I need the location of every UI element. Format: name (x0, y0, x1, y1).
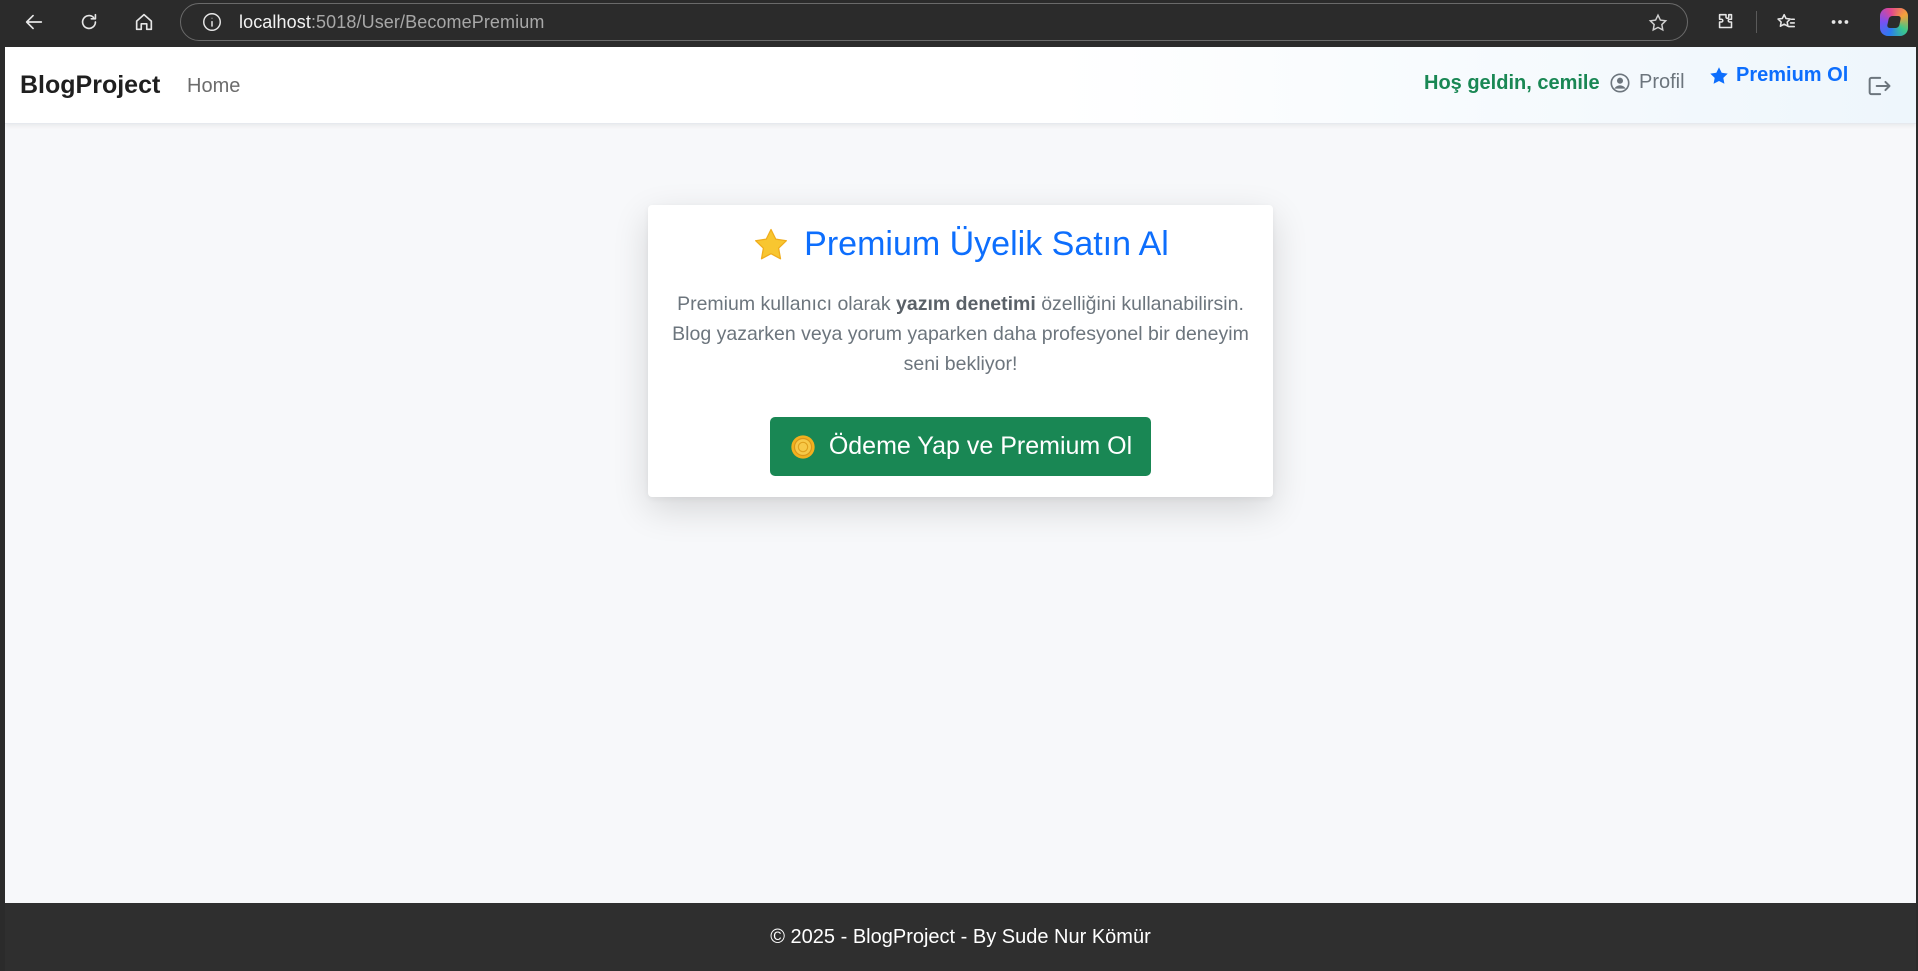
footer-text: © 2025 - BlogProject - By Sude Nur Kömür (770, 925, 1151, 948)
extensions-icon (1718, 13, 1733, 29)
card-title-text: Premium Üyelik Satın Al (804, 225, 1169, 263)
description-part-1: Premium kullanıcı olarak (677, 293, 896, 315)
profile-link[interactable]: Profil (1609, 71, 1685, 94)
coin-icon (789, 433, 817, 461)
browser-toolbar: localhost:5018/User/BecomePremium (0, 0, 1918, 44)
toolbar-divider (1756, 11, 1757, 33)
card-title: Premium Üyelik Satın Al (648, 225, 1273, 264)
logout-icon[interactable] (1865, 72, 1893, 100)
url-path: :5018/User/BecomePremium (310, 11, 545, 32)
navbar: BlogProject Home Hoş geldin, cemile Prof… (5, 47, 1916, 124)
description-bold: yazım denetimi (896, 293, 1036, 315)
address-bar[interactable]: localhost:5018/User/BecomePremium (180, 3, 1688, 41)
home-button[interactable] (128, 6, 160, 38)
page-viewport: BlogProject Home Hoş geldin, cemile Prof… (5, 47, 1916, 971)
profile-label: Profil (1639, 71, 1685, 93)
footer: © 2025 - BlogProject - By Sude Nur Kömür (5, 903, 1916, 971)
favorites-icon (1777, 13, 1796, 28)
home-icon (135, 13, 153, 31)
info-icon[interactable] (201, 11, 223, 33)
back-icon (25, 14, 43, 30)
more-button[interactable] (1824, 6, 1856, 38)
premium-card: Premium Üyelik Satın Al Premium kullanıc… (648, 205, 1273, 497)
card-description: Premium kullanıcı olarak yazım denetimi … (666, 289, 1255, 379)
star-icon (1710, 66, 1728, 84)
premium-label: Premium Ol (1736, 64, 1849, 86)
pay-button-label: Ödeme Yap ve Premium Ol (828, 432, 1133, 460)
copilot-icon[interactable] (1880, 8, 1908, 36)
extensions-button[interactable] (1710, 6, 1742, 38)
url-text: localhost:5018/User/BecomePremium (239, 12, 544, 33)
user-circle-icon (1610, 72, 1630, 93)
favorites-button[interactable] (1770, 6, 1802, 38)
nav-home-link[interactable]: Home (187, 75, 240, 98)
url-host: localhost (239, 11, 311, 32)
pay-premium-button[interactable]: Ödeme Yap ve Premium Ol (770, 417, 1151, 476)
brand-logo[interactable]: BlogProject (20, 71, 160, 100)
refresh-button[interactable] (73, 6, 105, 38)
welcome-text: Hoş geldin, cemile (1424, 72, 1600, 94)
refresh-icon (81, 13, 97, 30)
back-button[interactable] (18, 6, 50, 38)
star-emoji-icon (752, 226, 790, 264)
premium-link[interactable]: Premium Ol (1708, 64, 1848, 87)
more-icon (1831, 20, 1849, 24)
favorite-star-icon[interactable] (1647, 12, 1669, 34)
